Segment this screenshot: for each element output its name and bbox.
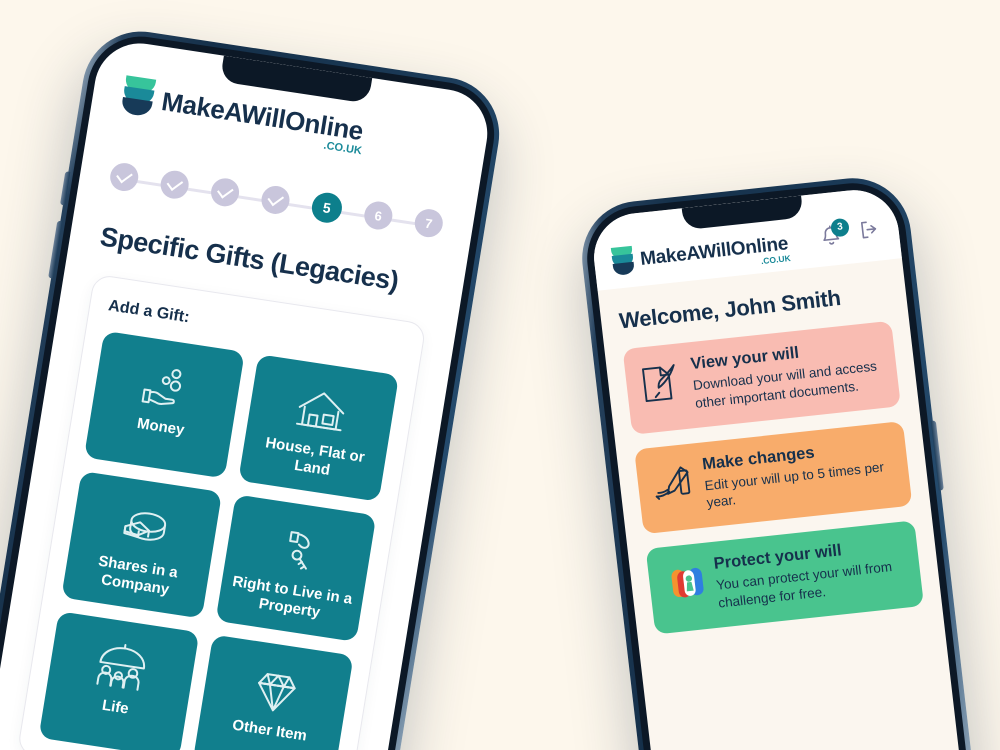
- check-icon: [267, 190, 285, 207]
- step-number: 7: [423, 215, 434, 232]
- umbrella-family-icon: [90, 634, 153, 703]
- gift-tile-life[interactable]: Life: [38, 611, 200, 750]
- hand-pen-icon: [650, 460, 695, 506]
- step-indicator-6[interactable]: 6: [362, 199, 395, 232]
- house-icon: [289, 376, 354, 446]
- gift-tile-right-to-live-in-a-property[interactable]: Right to Live in a Property: [215, 494, 377, 642]
- step-number: 6: [373, 207, 384, 224]
- brand-tld: .CO.UK: [760, 253, 792, 267]
- notification-badge: 3: [829, 217, 850, 237]
- step-indicator-4[interactable]: [259, 184, 292, 216]
- dashboard-card-view-your-will[interactable]: View your will Download your will and acc…: [622, 320, 901, 435]
- add-gift-panel: Add a Gift: Money House, Flat or Land Shar…: [16, 273, 427, 750]
- app-logo-left[interactable]: MakeAWillOnline .CO.UK: [120, 75, 459, 165]
- phone-mockup-left: MakeAWillOnline .CO.UK 567 Specific Gift…: [0, 23, 508, 750]
- bell-icon[interactable]: 3: [819, 217, 850, 249]
- gift-tile-shares-in-a-company[interactable]: Shares in a Company: [61, 471, 223, 619]
- mockup-stage: MakeAWillOnline .CO.UK 567 Specific Gift…: [0, 0, 1000, 750]
- brand-name: MakeAWillOnline: [159, 86, 366, 147]
- step-indicator-1[interactable]: [108, 161, 141, 193]
- check-icon: [166, 175, 184, 191]
- logout-icon[interactable]: [857, 217, 882, 246]
- dashboard-card-make-changes[interactable]: Make changes Edit your will up to 5 times…: [634, 420, 913, 535]
- gift-tile-other-item[interactable]: Other Item: [192, 634, 354, 750]
- hand-keys-icon: [270, 517, 327, 585]
- step-indicator-7[interactable]: 7: [412, 207, 445, 240]
- step-number: 5: [321, 199, 333, 217]
- gift-tile-money[interactable]: Money: [83, 330, 245, 479]
- brand-bowls-icon: [120, 75, 157, 119]
- check-icon: [116, 167, 133, 184]
- check-icon: [216, 183, 234, 199]
- document-quill-icon: [638, 361, 683, 407]
- phone-mockup-right: MakeAWillOnline .CO.UK 3 Welcome, John S…: [575, 172, 985, 750]
- pie-chart-icon: [113, 493, 176, 562]
- diamond-icon: [247, 657, 304, 725]
- hand-coins-icon: [136, 353, 197, 422]
- step-indicator-2[interactable]: [158, 168, 191, 201]
- app-logo-right[interactable]: MakeAWillOnline .CO.UK: [610, 229, 792, 277]
- brand-bowls-icon: [610, 245, 635, 277]
- step-indicator-5[interactable]: 5: [309, 190, 345, 225]
- people-shield-icon: [662, 560, 707, 606]
- dashboard-card-protect-your-will[interactable]: Protect your will You can protect your wi…: [645, 520, 924, 635]
- gift-tile-grid: Money House, Flat or Land Shares in a Comp…: [38, 330, 400, 750]
- gift-tile-house-flat-or-land[interactable]: House, Flat or Land: [238, 354, 400, 502]
- step-indicator-3[interactable]: [208, 176, 242, 209]
- dashboard-card-list: View your will Download your will and acc…: [622, 320, 924, 635]
